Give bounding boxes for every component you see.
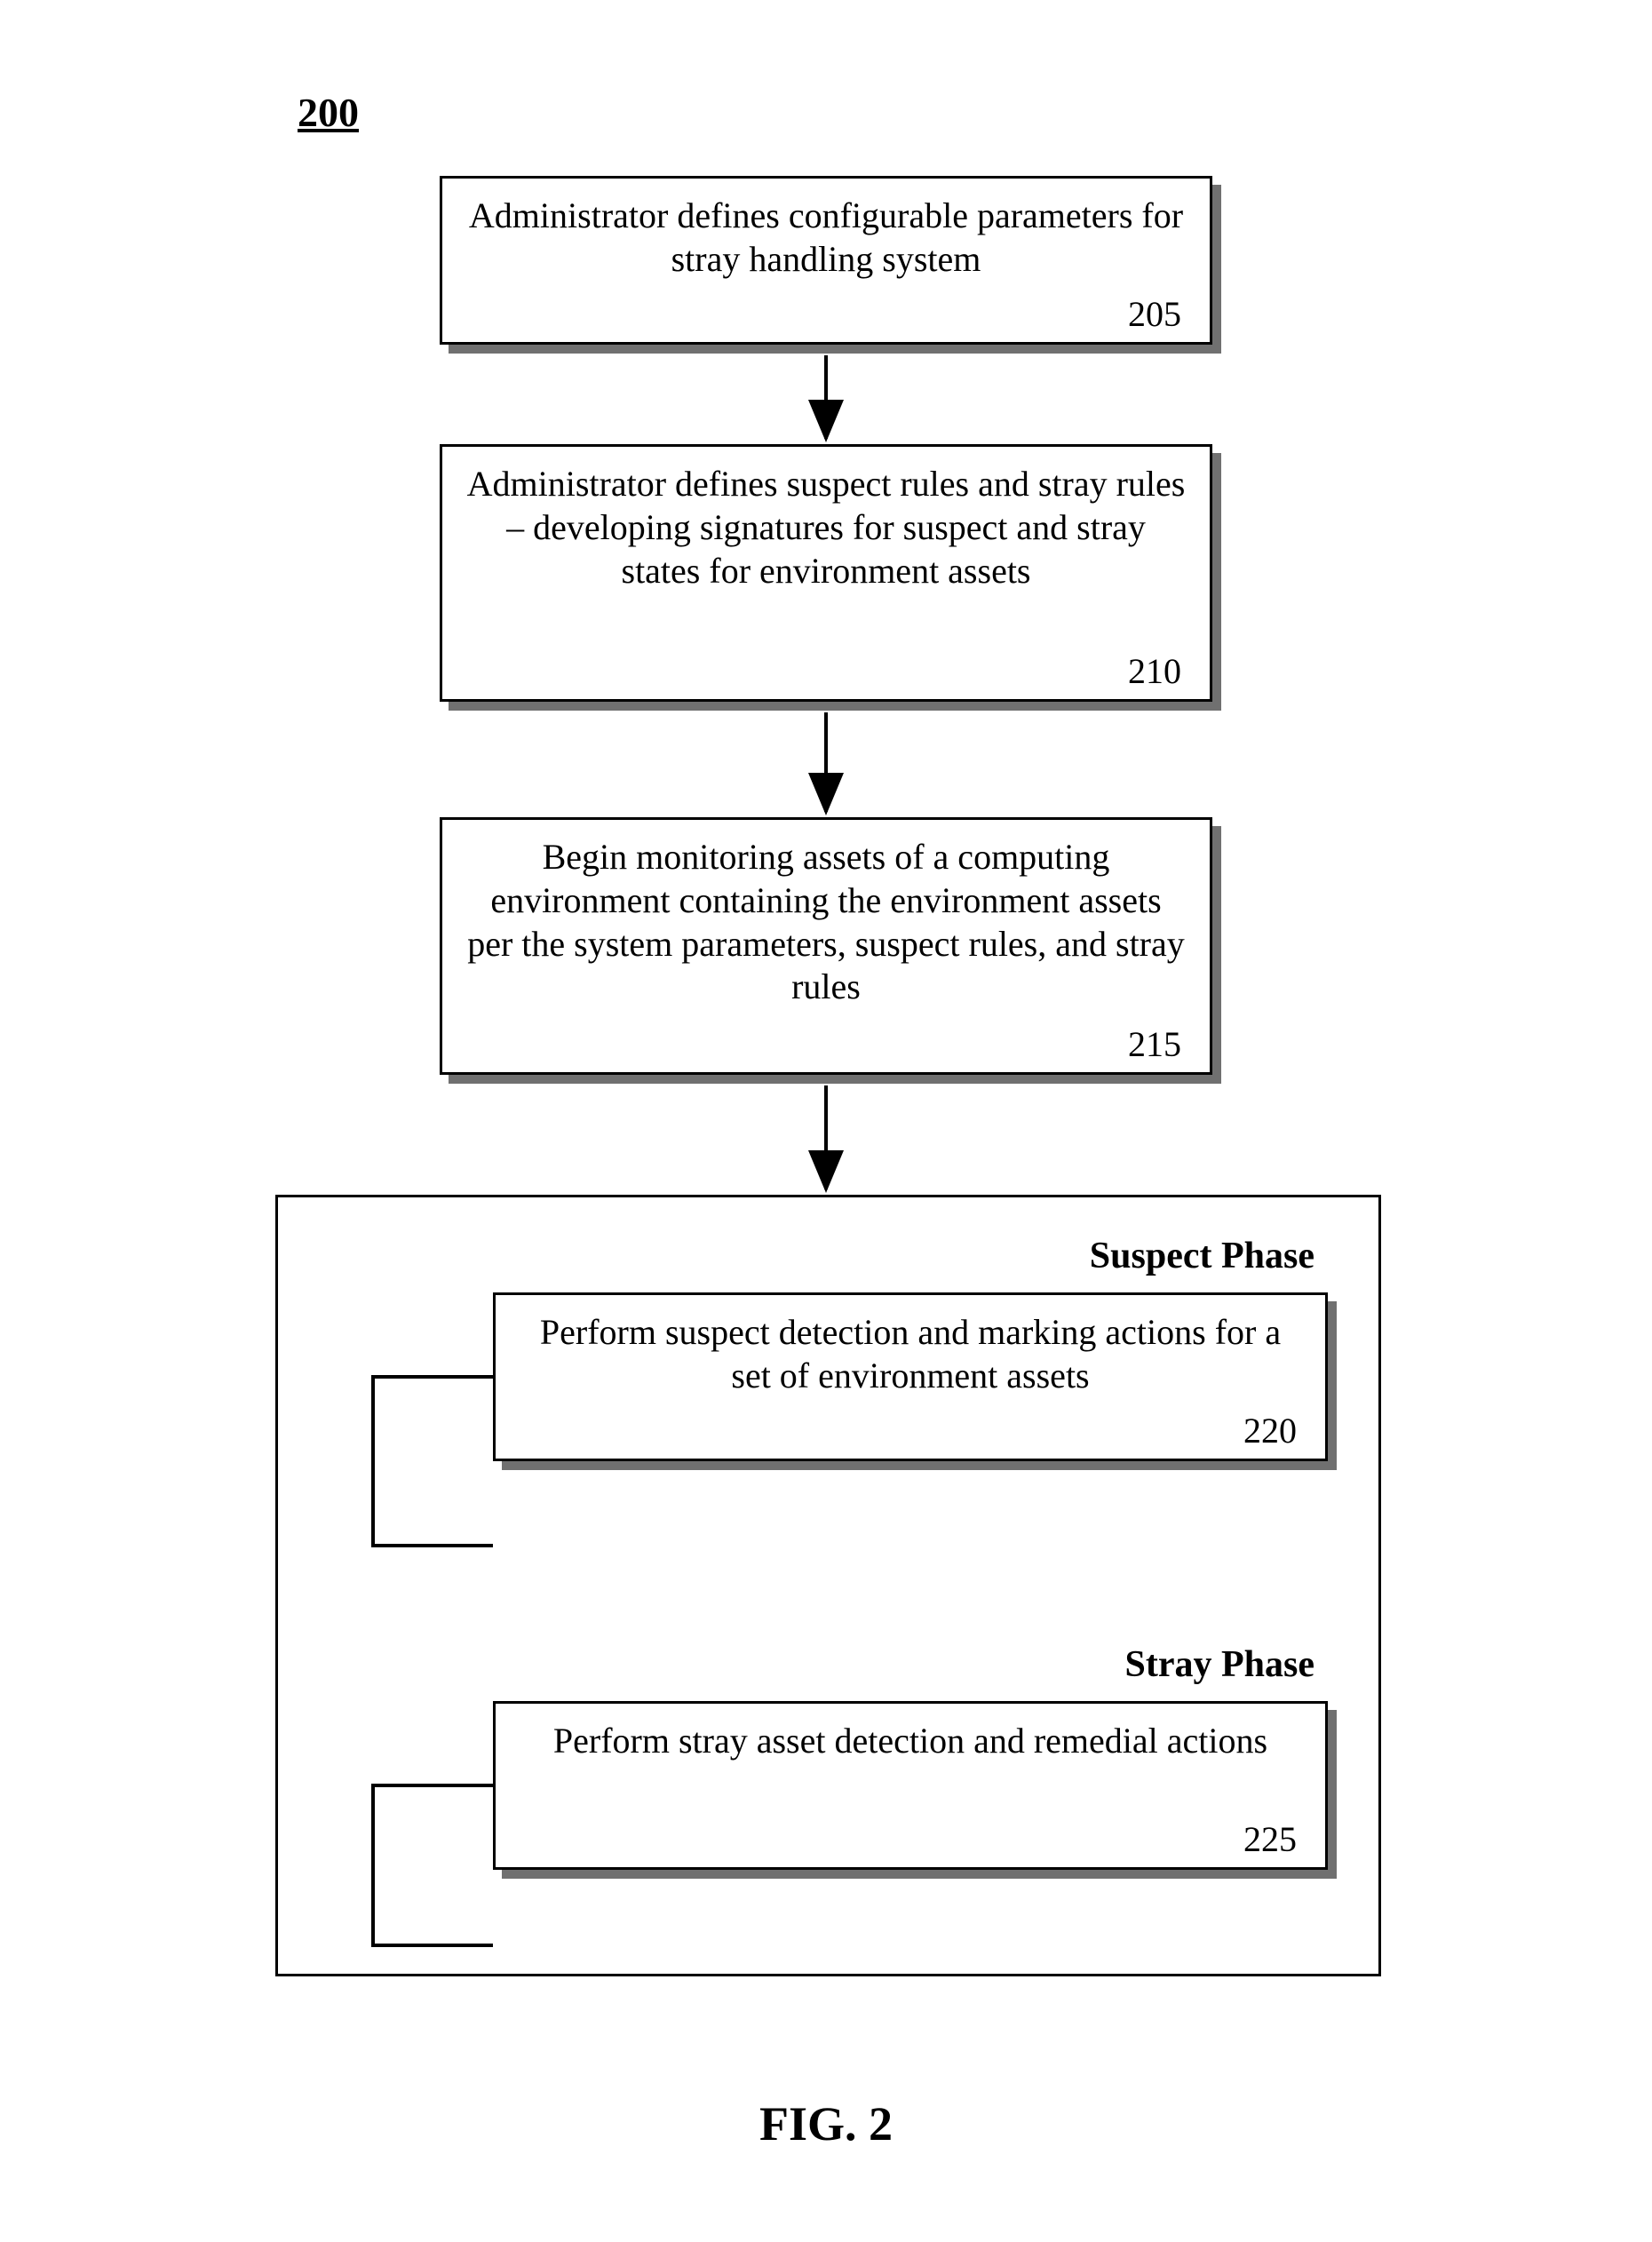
- flow-box-225-num: 225: [519, 1818, 1302, 1860]
- flow-box-220-num: 220: [519, 1410, 1302, 1451]
- figure-page: 200 Administrator defines configurable p…: [0, 0, 1652, 2242]
- flow-box-215: Begin monitoring assets of a computing e…: [440, 817, 1212, 1075]
- flow-box-205-num: 205: [465, 293, 1187, 335]
- stray-phase-label: Stray Phase: [1021, 1643, 1314, 1686]
- flow-box-210-num: 210: [465, 650, 1187, 692]
- figure-number-label: 200: [298, 89, 359, 136]
- flow-box-215-num: 215: [465, 1023, 1187, 1065]
- flow-box-205-text: Administrator defines configurable param…: [465, 195, 1187, 293]
- flow-box-225-text: Perform stray asset detection and remedi…: [519, 1720, 1302, 1818]
- flow-box-225: Perform stray asset detection and remedi…: [493, 1701, 1328, 1870]
- suspect-phase-label: Suspect Phase: [959, 1235, 1314, 1277]
- flow-box-215-text: Begin monitoring assets of a computing e…: [465, 836, 1187, 1023]
- flow-box-220-text: Perform suspect detection and marking ac…: [519, 1311, 1302, 1410]
- flow-box-210: Administrator defines suspect rules and …: [440, 444, 1212, 702]
- flow-box-210-text: Administrator defines suspect rules and …: [465, 463, 1187, 650]
- flow-box-205: Administrator defines configurable param…: [440, 176, 1212, 345]
- figure-caption: FIG. 2: [693, 2096, 959, 2151]
- flow-box-220: Perform suspect detection and marking ac…: [493, 1292, 1328, 1461]
